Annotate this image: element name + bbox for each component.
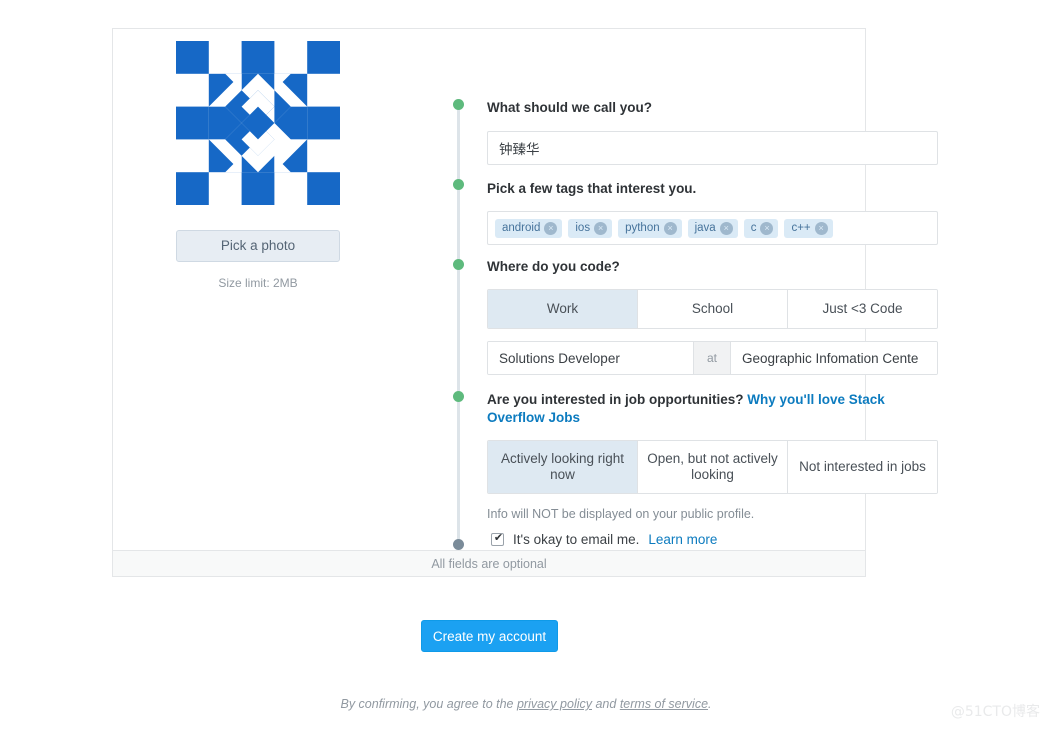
terms-of-service-link[interactable]: terms of service — [620, 697, 708, 711]
site-watermark: @51CTO博客 — [950, 704, 1040, 720]
rail-dot-4 — [453, 391, 464, 402]
legal-disclaimer: By confirming, you agree to the privacy … — [0, 697, 1052, 711]
job-title-input[interactable] — [488, 342, 693, 375]
tags-label: Pick a few tags that interest you. — [487, 181, 697, 196]
privacy-policy-link[interactable]: privacy policy — [517, 697, 592, 711]
pick-photo-button[interactable]: Pick a photo — [176, 230, 340, 262]
tag-remove-icon[interactable]: × — [814, 222, 828, 236]
field-email-optin: It's okay to email me. Learn more — [491, 531, 717, 547]
tag-label: android — [502, 221, 541, 234]
field-code-where: Where do you code? Work School Just <3 C… — [487, 258, 938, 376]
job-interest-label: Are you interested in job opportunities?… — [487, 391, 939, 427]
seg-not-interested[interactable]: Not interested in jobs — [788, 441, 937, 494]
job-interest-privacy-note: Info will NOT be displayed on your publi… — [487, 507, 755, 522]
tag-remove-icon[interactable]: × — [544, 222, 558, 236]
tag-chip[interactable]: java × — [687, 219, 738, 239]
tag-remove-icon[interactable]: × — [719, 222, 733, 236]
tag-chip[interactable]: python × — [618, 219, 682, 239]
tag-chip[interactable]: ios × — [568, 219, 613, 239]
tag-label: ios — [575, 221, 591, 234]
code-where-label: Where do you code? — [487, 259, 620, 274]
rail-dot-3 — [453, 259, 464, 270]
tag-label: c++ — [791, 221, 811, 234]
tag-label: python — [625, 221, 660, 234]
seg-actively-looking[interactable]: Actively looking right now — [488, 441, 638, 494]
code-where-segmented-control: Work School Just <3 Code — [487, 289, 938, 330]
legal-prefix: By confirming, you agree to the — [340, 697, 517, 711]
create-account-button[interactable]: Create my account — [421, 620, 558, 652]
avatar-column: Pick a photo Size limit: 2MB — [155, 41, 361, 290]
email-optin-label: It's okay to email me. — [513, 532, 640, 547]
name-input[interactable] — [487, 131, 938, 166]
legal-suffix: . — [708, 697, 712, 711]
job-interest-segmented-control: Actively looking right now Open, but not… — [487, 440, 938, 495]
seg-school[interactable]: School — [638, 290, 788, 329]
seg-just-code[interactable]: Just <3 Code — [788, 290, 937, 329]
size-limit-label: Size limit: 2MB — [218, 276, 298, 290]
job-company-input[interactable] — [731, 342, 937, 375]
job-at-separator: at — [693, 342, 731, 375]
tag-chip[interactable]: android × — [495, 219, 563, 239]
identicon-avatar — [176, 41, 340, 205]
email-learn-more-link[interactable]: Learn more — [648, 532, 717, 547]
tag-remove-icon[interactable]: × — [663, 222, 677, 236]
tag-chip[interactable]: c++ × — [784, 219, 833, 239]
legal-middle: and — [592, 697, 620, 711]
all-fields-optional-text: All fields are optional — [431, 556, 547, 571]
email-optin-checkbox[interactable] — [491, 531, 505, 546]
tag-remove-icon[interactable]: × — [760, 222, 774, 236]
rail-dot-5 — [453, 539, 464, 550]
seg-work[interactable]: Work — [488, 290, 638, 329]
name-label: What should we call you? — [487, 100, 653, 115]
field-name: What should we call you? — [487, 99, 938, 166]
field-job-interest: Are you interested in job opportunities?… — [487, 391, 939, 521]
tag-label: c — [750, 221, 757, 234]
card-footer: All fields are optional — [113, 550, 865, 576]
tag-chip[interactable]: c × — [743, 219, 779, 239]
progress-rail — [453, 99, 464, 550]
rail-dot-2 — [453, 179, 464, 190]
signup-card-body: Pick a photo Size limit: 2MB What should… — [113, 29, 938, 552]
field-tags: Pick a few tags that interest you. andro… — [487, 180, 938, 246]
rail-dot-1 — [453, 99, 464, 110]
tag-remove-icon[interactable]: × — [594, 222, 608, 236]
job-title-company-row: at — [487, 341, 938, 376]
job-interest-question: Are you interested in job opportunities? — [487, 392, 744, 407]
seg-open-not-looking[interactable]: Open, but not actively looking — [638, 441, 788, 494]
signup-card: Pick a photo Size limit: 2MB What should… — [112, 28, 938, 577]
tags-input-box[interactable]: android × ios × python × java × c × c++ … — [487, 211, 938, 246]
tag-label: java — [694, 221, 716, 234]
